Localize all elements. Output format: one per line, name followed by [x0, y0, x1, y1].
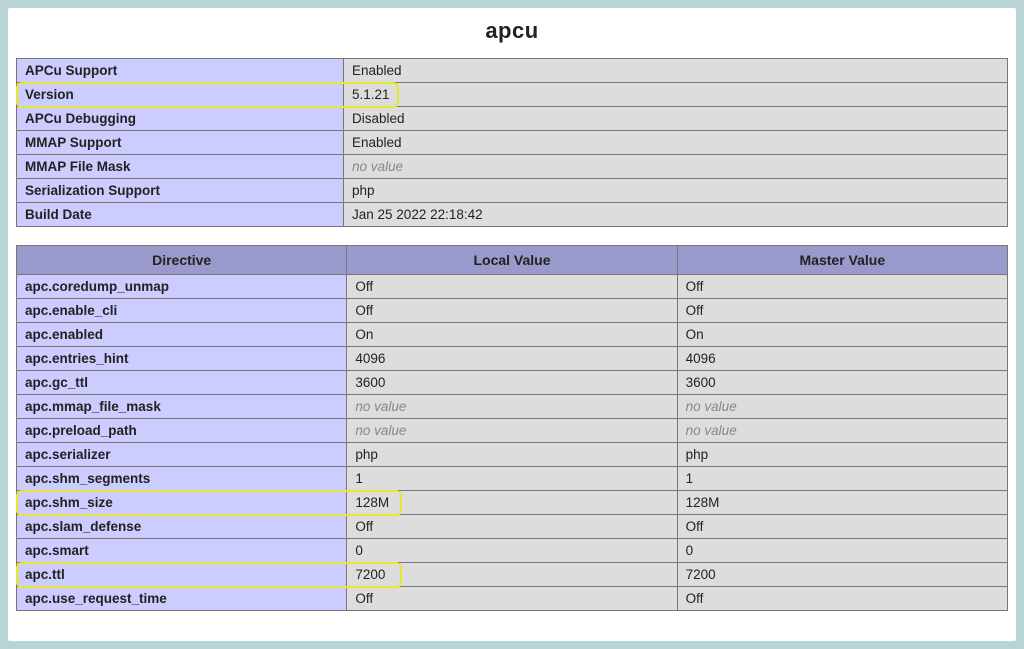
directive-name: apc.ttl [17, 563, 347, 587]
directive-master-value: Off [677, 515, 1007, 539]
directive-local-value: no value [347, 395, 677, 419]
directive-name: apc.enable_cli [17, 299, 347, 323]
directive-name: apc.mmap_file_mask [17, 395, 347, 419]
header-local-value: Local Value [347, 246, 677, 275]
directive-name: apc.shm_size [17, 491, 347, 515]
info-key: MMAP File Mask [17, 155, 344, 179]
directive-name: apc.serializer [17, 443, 347, 467]
info-table: APCu SupportEnabledVersion5.1.21APCu Deb… [16, 58, 1008, 227]
info-key: APCu Debugging [17, 107, 344, 131]
directive-row: apc.shm_size128M128M [17, 491, 1008, 515]
directive-master-value: 128M [677, 491, 1007, 515]
info-row: Build DateJan 25 2022 22:18:42 [17, 203, 1008, 227]
directive-row: apc.coredump_unmapOffOff [17, 275, 1008, 299]
directive-row: apc.use_request_timeOffOff [17, 587, 1008, 611]
directive-master-value: no value [677, 419, 1007, 443]
directive-master-value: 0 [677, 539, 1007, 563]
directive-master-value: php [677, 443, 1007, 467]
directive-local-value: 128M [347, 491, 677, 515]
directive-local-value: Off [347, 299, 677, 323]
directive-name: apc.shm_segments [17, 467, 347, 491]
section-title: apcu [16, 18, 1008, 44]
info-table-wrap: APCu SupportEnabledVersion5.1.21APCu Deb… [16, 58, 1008, 227]
directive-master-value: no value [677, 395, 1007, 419]
info-row: MMAP File Maskno value [17, 155, 1008, 179]
directive-name: apc.slam_defense [17, 515, 347, 539]
info-value: Disabled [344, 107, 1008, 131]
directive-local-value: Off [347, 587, 677, 611]
info-key: MMAP Support [17, 131, 344, 155]
directive-local-value: 1 [347, 467, 677, 491]
directive-master-value: 1 [677, 467, 1007, 491]
directive-name: apc.enabled [17, 323, 347, 347]
directive-local-value: 4096 [347, 347, 677, 371]
directive-master-value: Off [677, 275, 1007, 299]
directive-name: apc.gc_ttl [17, 371, 347, 395]
directive-local-value: Off [347, 275, 677, 299]
directive-row: apc.shm_segments11 [17, 467, 1008, 491]
directive-row: apc.enable_cliOffOff [17, 299, 1008, 323]
directive-local-value: no value [347, 419, 677, 443]
directive-row: apc.entries_hint40964096 [17, 347, 1008, 371]
directive-row: apc.preload_pathno valueno value [17, 419, 1008, 443]
directive-row: apc.enabledOnOn [17, 323, 1008, 347]
directive-master-value: 7200 [677, 563, 1007, 587]
directive-local-value: 7200 [347, 563, 677, 587]
directive-row: apc.smart00 [17, 539, 1008, 563]
info-row: Serialization Supportphp [17, 179, 1008, 203]
directive-local-value: 3600 [347, 371, 677, 395]
info-value: 5.1.21 [344, 83, 1008, 107]
info-value: Enabled [344, 59, 1008, 83]
directive-name: apc.preload_path [17, 419, 347, 443]
info-key: Serialization Support [17, 179, 344, 203]
header-master-value: Master Value [677, 246, 1007, 275]
info-row: APCu DebuggingDisabled [17, 107, 1008, 131]
directive-local-value: 0 [347, 539, 677, 563]
directive-name: apc.use_request_time [17, 587, 347, 611]
directive-master-value: On [677, 323, 1007, 347]
directive-master-value: Off [677, 587, 1007, 611]
info-value: no value [344, 155, 1008, 179]
info-row: APCu SupportEnabled [17, 59, 1008, 83]
directive-local-value: Off [347, 515, 677, 539]
directive-row: apc.serializerphpphp [17, 443, 1008, 467]
info-value: Enabled [344, 131, 1008, 155]
directive-row: apc.slam_defenseOffOff [17, 515, 1008, 539]
info-row: MMAP SupportEnabled [17, 131, 1008, 155]
info-key: APCu Support [17, 59, 344, 83]
directive-row: apc.ttl72007200 [17, 563, 1008, 587]
info-value: php [344, 179, 1008, 203]
header-directive: Directive [17, 246, 347, 275]
directive-local-value: On [347, 323, 677, 347]
info-key: Version [17, 83, 344, 107]
directive-master-value: 4096 [677, 347, 1007, 371]
directive-row: apc.gc_ttl36003600 [17, 371, 1008, 395]
info-value: Jan 25 2022 22:18:42 [344, 203, 1008, 227]
info-row: Version5.1.21 [17, 83, 1008, 107]
directive-name: apc.smart [17, 539, 347, 563]
directive-name: apc.coredump_unmap [17, 275, 347, 299]
directive-master-value: 3600 [677, 371, 1007, 395]
directive-master-value: Off [677, 299, 1007, 323]
directive-table-wrap: Directive Local Value Master Value apc.c… [16, 245, 1008, 611]
info-key: Build Date [17, 203, 344, 227]
directive-name: apc.entries_hint [17, 347, 347, 371]
directive-table: Directive Local Value Master Value apc.c… [16, 245, 1008, 611]
directive-local-value: php [347, 443, 677, 467]
directive-row: apc.mmap_file_maskno valueno value [17, 395, 1008, 419]
